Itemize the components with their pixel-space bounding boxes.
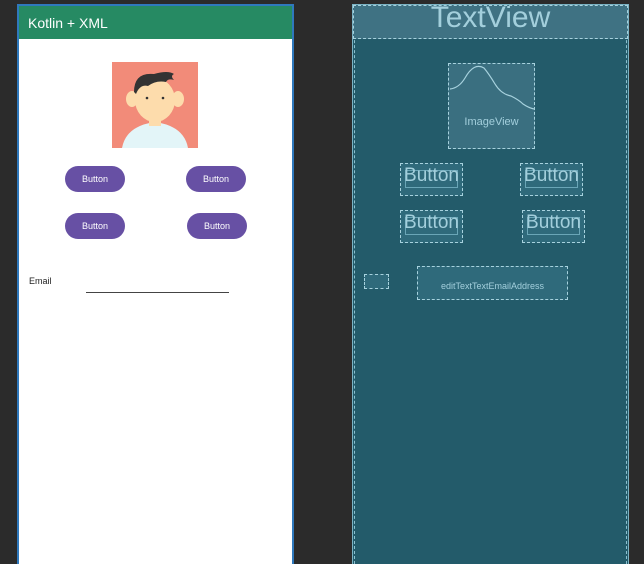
email-label: Email	[29, 276, 52, 286]
app-bar: Kotlin + XML	[19, 6, 292, 39]
preview-button-2[interactable]: Button	[186, 166, 246, 192]
blueprint-button-2-label: Button	[524, 165, 579, 186]
blueprint-email-field[interactable]: editTextTextEmailAddress	[417, 266, 568, 300]
blueprint-button-2[interactable]: Button	[520, 163, 583, 196]
person-icon	[112, 62, 198, 148]
avatar-image[interactable]	[112, 62, 198, 148]
blueprint-button-1[interactable]: Button	[400, 163, 463, 196]
blueprint-button-3-label: Button	[404, 212, 459, 233]
blueprint-email-label[interactable]	[364, 274, 389, 289]
blueprint-imageview[interactable]: ImageView	[448, 63, 535, 149]
blueprint-textview[interactable]: TextView	[353, 5, 628, 39]
blueprint-button-3[interactable]: Button	[400, 210, 463, 243]
blueprint-button-4-label: Button	[526, 212, 581, 233]
design-preview: Kotlin + XML Button Button Button Button…	[17, 4, 294, 564]
email-input[interactable]	[86, 292, 229, 293]
image-placeholder-icon	[449, 65, 534, 110]
preview-button-1[interactable]: Button	[65, 166, 125, 192]
blueprint-button-4[interactable]: Button	[522, 210, 585, 243]
app-title: Kotlin + XML	[28, 14, 108, 31]
blueprint-view: TextView ImageView Button Button Button …	[352, 4, 629, 564]
preview-button-3[interactable]: Button	[65, 213, 125, 239]
imageview-label: ImageView	[464, 116, 519, 128]
preview-button-4[interactable]: Button	[187, 213, 247, 239]
blueprint-button-1-label: Button	[404, 165, 459, 186]
